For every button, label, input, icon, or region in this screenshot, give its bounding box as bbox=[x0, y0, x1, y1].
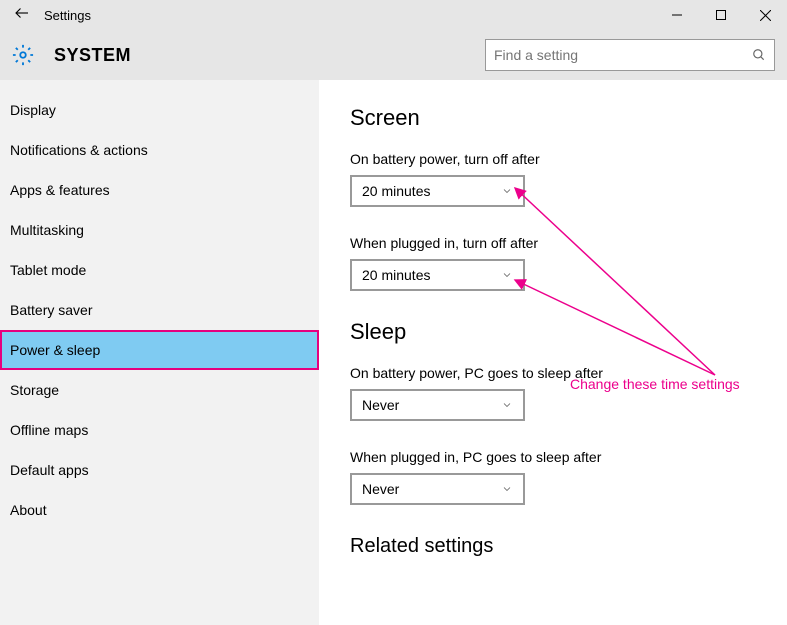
screen-plugged-dropdown[interactable]: 20 minutes bbox=[350, 259, 525, 291]
sidebar-item-display[interactable]: Display bbox=[0, 90, 319, 130]
titlebar: Settings bbox=[0, 0, 787, 30]
sidebar-item-about[interactable]: About bbox=[0, 490, 319, 530]
sidebar-item-apps[interactable]: Apps & features bbox=[0, 170, 319, 210]
search-box[interactable] bbox=[485, 39, 775, 71]
sidebar-item-notifications[interactable]: Notifications & actions bbox=[0, 130, 319, 170]
sidebar-item-default-apps[interactable]: Default apps bbox=[0, 450, 319, 490]
sidebar-item-multitasking[interactable]: Multitasking bbox=[0, 210, 319, 250]
gear-icon bbox=[12, 44, 34, 66]
sidebar: Display Notifications & actions Apps & f… bbox=[0, 80, 320, 625]
screen-plugged-value: 20 minutes bbox=[362, 267, 501, 283]
chevron-down-icon bbox=[501, 185, 513, 197]
chevron-down-icon bbox=[501, 483, 513, 495]
search-icon bbox=[752, 48, 766, 62]
screen-plugged-label: When plugged in, turn off after bbox=[350, 235, 787, 251]
screen-battery-value: 20 minutes bbox=[362, 183, 501, 199]
sleep-battery-value: Never bbox=[362, 397, 501, 413]
minimize-button[interactable] bbox=[655, 0, 699, 30]
window-title: Settings bbox=[44, 8, 91, 23]
search-input[interactable] bbox=[494, 47, 752, 63]
sleep-plugged-label: When plugged in, PC goes to sleep after bbox=[350, 449, 787, 465]
maximize-icon bbox=[716, 10, 726, 20]
maximize-button[interactable] bbox=[699, 0, 743, 30]
sidebar-item-offline-maps[interactable]: Offline maps bbox=[0, 410, 319, 450]
screen-battery-dropdown[interactable]: 20 minutes bbox=[350, 175, 525, 207]
chevron-down-icon bbox=[501, 269, 513, 281]
chevron-down-icon bbox=[501, 399, 513, 411]
sleep-heading: Sleep bbox=[350, 319, 787, 345]
minimize-icon bbox=[672, 10, 682, 20]
sidebar-item-battery[interactable]: Battery saver bbox=[0, 290, 319, 330]
back-arrow-icon bbox=[13, 4, 31, 22]
screen-battery-label: On battery power, turn off after bbox=[350, 151, 787, 167]
sidebar-item-tablet[interactable]: Tablet mode bbox=[0, 250, 319, 290]
annotation-text: Change these time settings bbox=[570, 376, 740, 392]
close-button[interactable] bbox=[743, 0, 787, 30]
sidebar-item-storage[interactable]: Storage bbox=[0, 370, 319, 410]
screen-heading: Screen bbox=[350, 105, 787, 131]
main-panel: Screen On battery power, turn off after … bbox=[320, 80, 787, 625]
header: SYSTEM bbox=[0, 30, 787, 80]
related-heading: Related settings bbox=[350, 535, 787, 558]
window-controls bbox=[655, 0, 787, 30]
sleep-plugged-dropdown[interactable]: Never bbox=[350, 473, 525, 505]
sleep-plugged-value: Never bbox=[362, 481, 501, 497]
sleep-battery-dropdown[interactable]: Never bbox=[350, 389, 525, 421]
sidebar-item-power-sleep[interactable]: Power & sleep bbox=[0, 330, 319, 370]
close-icon bbox=[760, 10, 771, 21]
page-title: SYSTEM bbox=[54, 45, 131, 66]
content: Display Notifications & actions Apps & f… bbox=[0, 80, 787, 625]
back-button[interactable] bbox=[0, 4, 44, 27]
